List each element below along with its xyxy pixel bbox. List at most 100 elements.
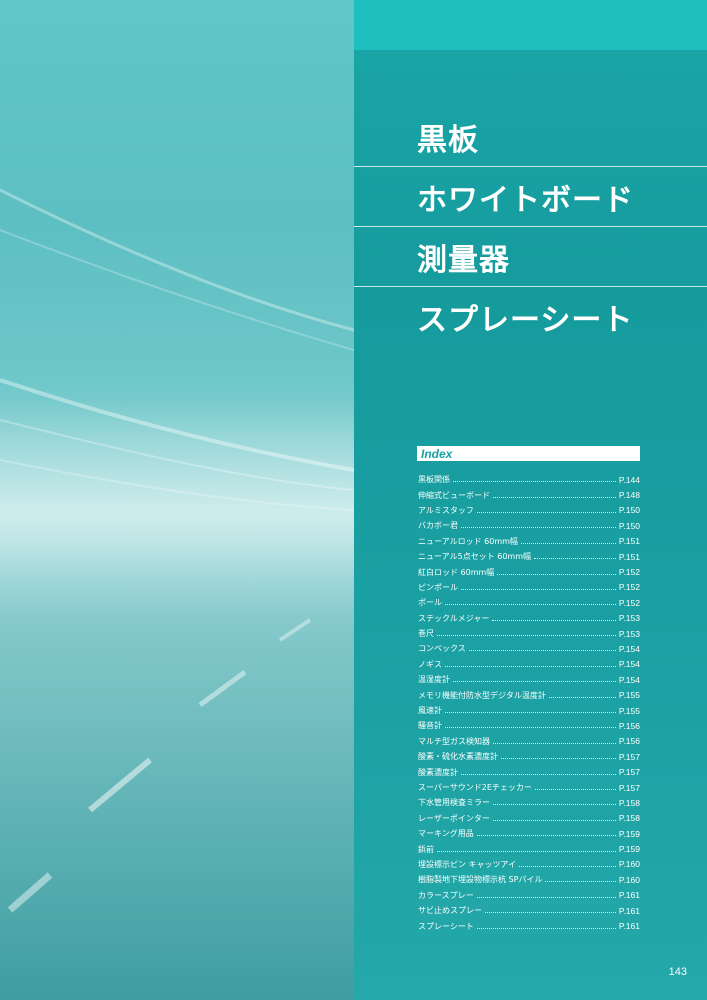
index-item[interactable]: カラースプレー P.161 [418, 888, 640, 903]
index-item-name: 騒音計 [418, 721, 442, 731]
index-item[interactable]: 下水管用検査ミラー P.158 [418, 795, 640, 810]
index-item[interactable]: 埋設標示ピン キャッツアイ P.160 [418, 857, 640, 872]
index-item-page: P.148 [618, 490, 640, 501]
index-item[interactable]: 酸素・硫化水素濃度計 P.157 [418, 749, 640, 764]
index-leader-dots [453, 481, 616, 483]
index-item[interactable]: 風速計 P.155 [418, 703, 640, 718]
index-item-page: P.150 [618, 505, 640, 516]
index-item-page: P.152 [618, 582, 640, 593]
index-leader-dots [461, 773, 616, 775]
index-item-page: P.157 [618, 782, 640, 793]
index-item[interactable]: 伸縮式ビューボード P.148 [418, 487, 640, 502]
title-row-3: 測量器 [354, 227, 707, 287]
index-item-name: 酸素・硫化水素濃度計 [418, 752, 498, 762]
index-item-page: P.154 [618, 643, 640, 654]
index-item-page: P.155 [618, 690, 640, 701]
index-leader-dots [534, 558, 616, 560]
index-item[interactable]: ノギス P.154 [418, 657, 640, 672]
index-item-page: P.152 [618, 597, 640, 608]
index-item[interactable]: 騒音計 P.156 [418, 718, 640, 733]
index-item-name: 巻尺 [418, 629, 434, 639]
index-item-name: ニューアル5点セット 60mm幅 [418, 552, 531, 562]
index-leader-dots [461, 588, 616, 590]
index-leader-dots [445, 727, 616, 729]
index-item-name: レーザーポインター [418, 813, 490, 823]
title-spray-sheet: スプレーシート [417, 303, 634, 338]
title-blackboard: 黒板 [417, 123, 479, 158]
index-leader-dots [445, 665, 616, 667]
index-item-page: P.157 [618, 767, 640, 778]
top-strip [354, 0, 707, 50]
index-item-page: P.158 [618, 813, 640, 824]
title-surveying: 測量器 [417, 243, 510, 278]
index-item-name: マルチ型ガス検知器 [418, 736, 490, 746]
index-item[interactable]: マーキング用品 P.159 [418, 826, 640, 841]
title-whiteboard: ホワイトボード [417, 183, 634, 218]
index-heading: Index [421, 446, 453, 461]
index-item-page: P.160 [618, 859, 640, 870]
index-item[interactable]: メモリ機能付防水型デジタル温度計 P.155 [418, 687, 640, 702]
index-item-name: 下水管用検査ミラー [418, 798, 490, 808]
index-leader-dots [519, 865, 616, 867]
index-leader-dots [534, 789, 616, 790]
index-item-name: 埋設標示ピン キャッツアイ [418, 859, 517, 869]
index-item-name: 黒板関係 [418, 475, 450, 485]
index-item[interactable]: ピンポール P.152 [418, 580, 640, 595]
index-item[interactable]: ニューアルロッド 60mm幅 P.151 [418, 534, 640, 549]
index-item[interactable]: 巻尺 P.153 [418, 626, 640, 641]
index-item[interactable]: ポール P.152 [418, 595, 640, 610]
index-item-name: ノギス [418, 659, 442, 669]
index-list: 黒板関係 P.144 伸縮式ビューボード P.148 アルミスタッフ P.150 バカボー君… [418, 472, 640, 934]
index-item-name: ピンポール [418, 582, 458, 592]
index-leader-dots [468, 650, 616, 652]
index-item-page: P.155 [618, 705, 640, 716]
index-item-page: P.157 [618, 751, 640, 762]
index-item[interactable]: バカボー君 P.150 [418, 518, 640, 533]
index-item-name: ポール [418, 598, 442, 608]
index-item[interactable]: 紅白ロッド 60mm幅 P.152 [418, 564, 640, 579]
index-item[interactable]: ステックルメジャー P.153 [418, 611, 640, 626]
index-item-name: カラースプレー [418, 890, 474, 900]
index-item[interactable]: 酸素濃度計 P.157 [418, 764, 640, 779]
index-item[interactable]: アルミスタッフ P.150 [418, 503, 640, 518]
index-item[interactable]: マルチ型ガス検知器 P.156 [418, 734, 640, 749]
index-item-name: アルミスタッフ [418, 505, 474, 515]
index-leader-dots [485, 912, 616, 914]
index-leader-dots [476, 511, 616, 513]
index-item[interactable]: スーパーサウンド2Eチェッカー P.157 [418, 780, 640, 795]
index-item[interactable]: スプレーシート P.161 [418, 918, 640, 933]
index-leader-dots [492, 819, 616, 821]
index-item-name: 樹脂製地下埋設物標示杭 SPパイル [418, 875, 543, 885]
index-leader-dots [453, 681, 616, 683]
index-item[interactable]: ニューアル5点セット 60mm幅 P.151 [418, 549, 640, 564]
index-item-page: P.160 [618, 874, 640, 885]
index-item-name: コンベックス [418, 644, 466, 654]
index-item-page: P.161 [618, 905, 640, 916]
index-item-name: バカボー君 [418, 521, 458, 531]
index-item-page: P.154 [618, 659, 640, 670]
title-row-1: 黒板 [354, 107, 707, 167]
index-leader-dots [501, 758, 616, 760]
index-item[interactable]: コンベックス P.154 [418, 641, 640, 656]
index-item[interactable]: 鋲前 P.159 [418, 841, 640, 856]
title-row-2: ホワイトボード [354, 167, 707, 227]
index-leader-dots [437, 850, 616, 852]
index-item-name: メモリ機能付防水型デジタル温度計 [418, 690, 546, 700]
index-item[interactable]: 黒板関係 P.144 [418, 472, 640, 487]
index-item-page: P.153 [618, 628, 640, 639]
index-item-page: P.158 [618, 797, 640, 808]
index-item[interactable]: 温湿度計 P.154 [418, 672, 640, 687]
index-leader-dots [545, 881, 616, 883]
index-item-page: P.151 [618, 536, 640, 547]
index-leader-dots [493, 496, 616, 498]
page-number: 143 [668, 966, 687, 978]
index-item-name: スーパーサウンド2Eチェッカー [418, 783, 532, 792]
index-item-page: P.156 [618, 736, 640, 747]
index-item[interactable]: サビ止めスプレー P.161 [418, 903, 640, 918]
index-leader-dots [445, 712, 616, 714]
index-leader-dots [497, 573, 616, 575]
index-item-page: P.153 [618, 613, 640, 624]
index-item[interactable]: 樹脂製地下埋設物標示杭 SPパイル P.160 [418, 872, 640, 887]
index-item[interactable]: レーザーポインター P.158 [418, 811, 640, 826]
index-leader-dots [437, 635, 616, 637]
